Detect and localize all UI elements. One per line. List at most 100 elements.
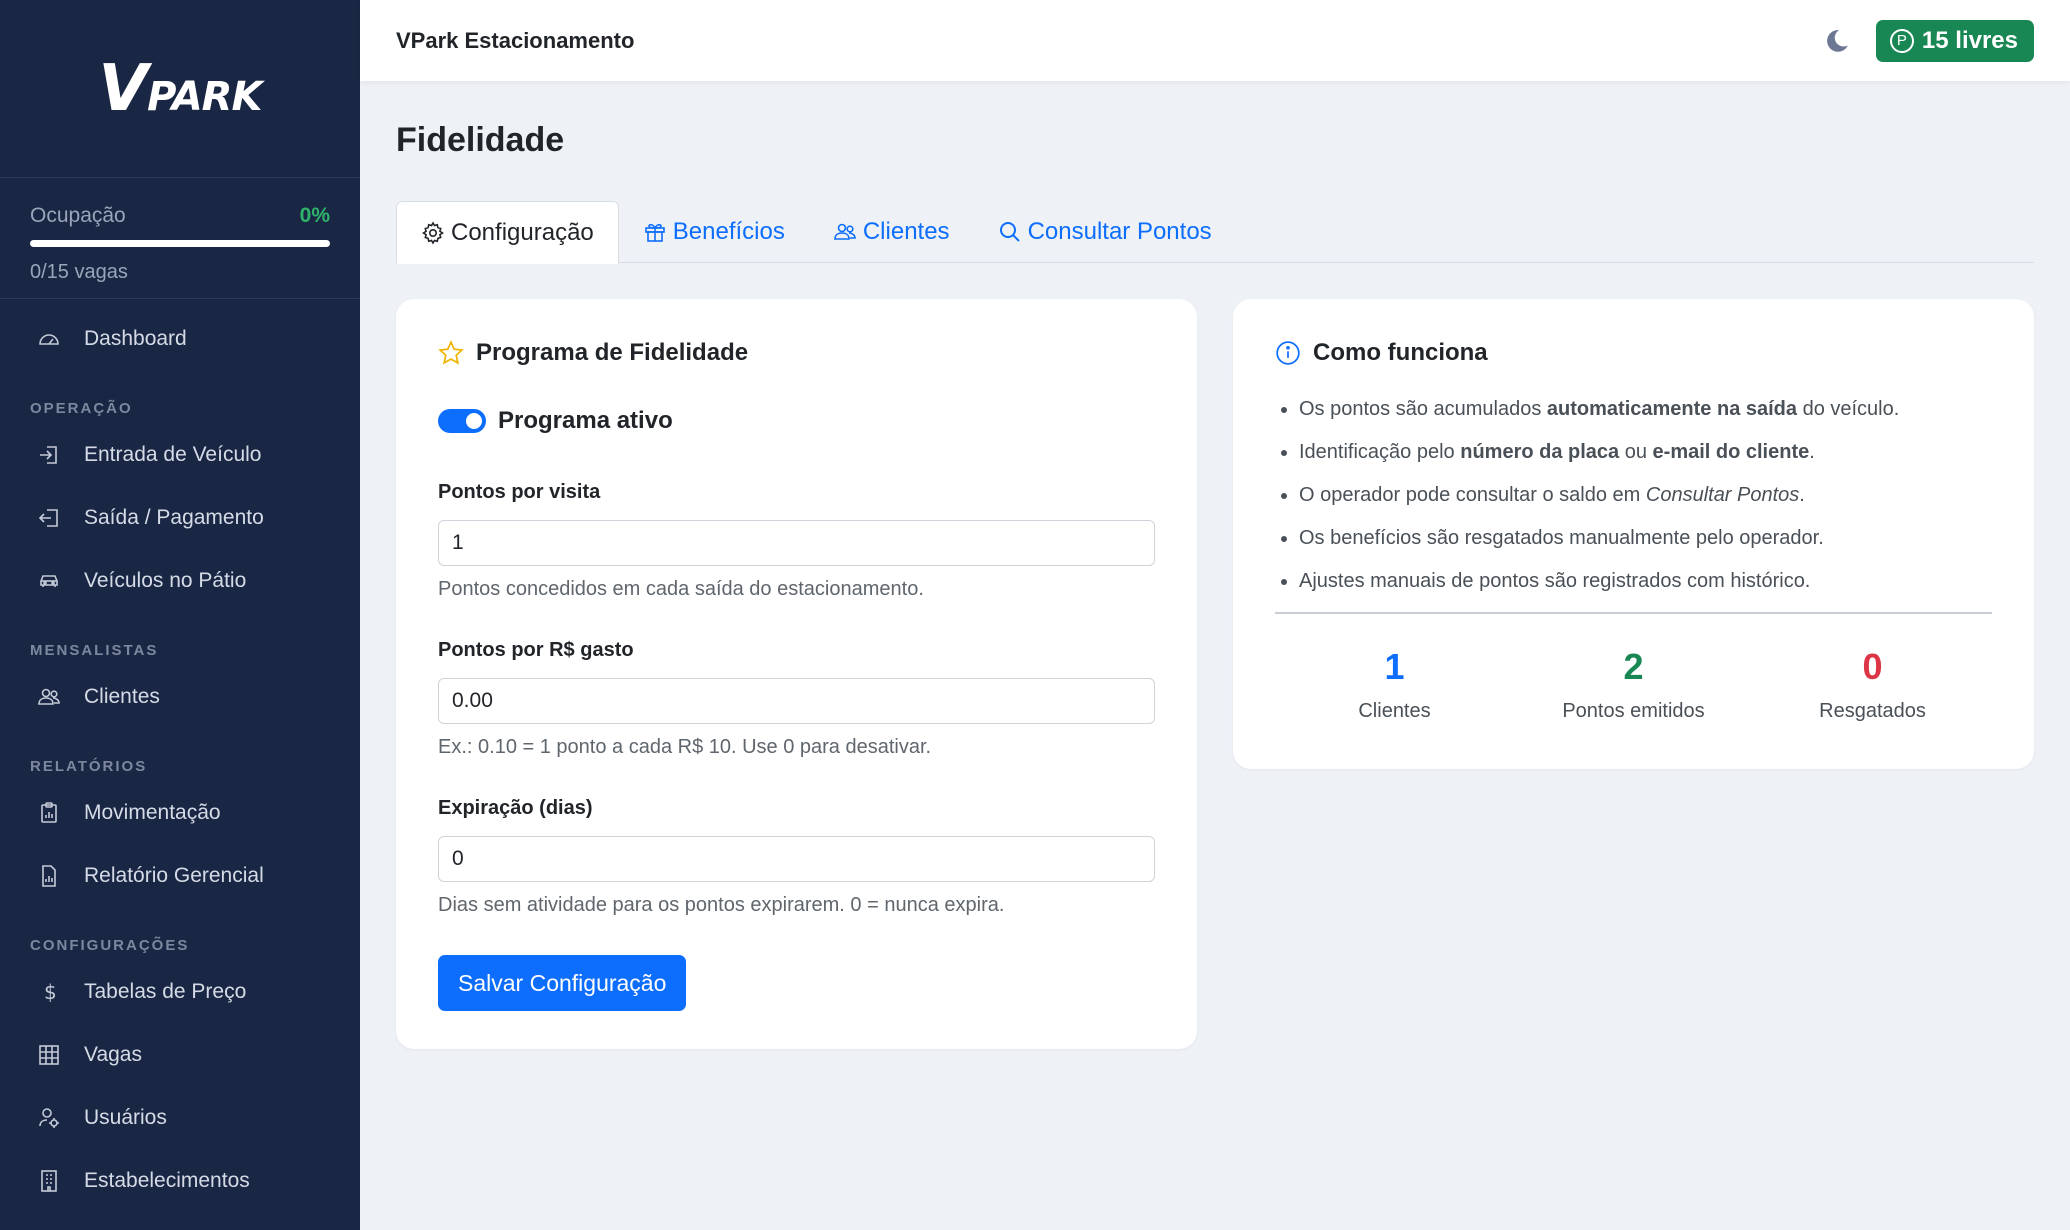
nav-section-operacao: OPERAÇÃO xyxy=(30,400,133,417)
sidebar-item-label: Usuários xyxy=(84,1105,167,1129)
sidebar-item-label: Saída / Pagamento xyxy=(84,505,264,529)
sidebar-item-tabelas[interactable]: $ Tabelas de Preço xyxy=(0,960,360,1023)
stat-pontos-emitidos: 2 Pontos emitidos xyxy=(1514,646,1753,723)
how-it-works-card: Como funciona Os pontos são acumulados a… xyxy=(1233,299,2034,769)
tab-label: Benefícios xyxy=(672,218,785,245)
page-title: Fidelidade xyxy=(396,121,565,159)
list-item: Identificação pelo número da placa ou e-… xyxy=(1299,440,1992,483)
dollar-icon: $ xyxy=(36,979,62,1005)
speedometer-icon xyxy=(36,326,62,352)
expiry-input[interactable] xyxy=(438,836,1155,882)
sidebar-item-label: Relatório Gerencial xyxy=(84,863,264,887)
sidebar-item-label: Tabelas de Preço xyxy=(84,979,247,1003)
grid-icon xyxy=(36,1042,62,1068)
stat-value: 2 xyxy=(1623,646,1644,687)
field-help: Pontos concedidos em cada saída do estac… xyxy=(438,578,924,600)
program-active-label: Programa ativo xyxy=(498,407,673,434)
topbar: VPark Estacionamento P 15 livres xyxy=(360,0,2070,81)
tab-clientes[interactable]: Clientes xyxy=(809,201,974,263)
logo[interactable]: VPARK xyxy=(0,0,360,178)
list-item: Ajustes manuais de pontos são registrado… xyxy=(1299,569,1992,612)
stat-clientes: 1 Clientes xyxy=(1275,646,1514,723)
field-label: Pontos por visita xyxy=(438,481,601,503)
sidebar-nav: Dashboard OPERAÇÃO Entrada de Veículo Sa… xyxy=(0,299,360,1212)
sidebar-item-relatorio[interactable]: Relatório Gerencial xyxy=(0,844,360,907)
sidebar-item-label: Clientes xyxy=(84,684,160,708)
logo-text-small: PARK xyxy=(147,73,262,120)
search-icon xyxy=(998,220,1022,244)
moon-icon[interactable] xyxy=(1824,28,1850,54)
tab-label: Consultar Pontos xyxy=(1027,218,1212,245)
occupancy-detail: 0/15 vagas xyxy=(30,261,128,283)
points-per-real-field: Pontos por R$ gasto Ex.: 0.10 = 1 ponto … xyxy=(438,639,1155,759)
app-title: VPark Estacionamento xyxy=(396,27,635,53)
tab-label: Configuração xyxy=(451,218,594,246)
sidebar-item-label: Vagas xyxy=(84,1042,142,1066)
sidebar-item-label: Estabelecimentos xyxy=(84,1168,250,1192)
field-help: Ex.: 0.10 = 1 ponto a cada R$ 10. Use 0 … xyxy=(438,736,932,758)
people-icon xyxy=(833,220,857,244)
points-per-real-input[interactable] xyxy=(438,678,1155,724)
nav-section-mensalistas: MENSALISTAS xyxy=(30,642,159,659)
stats-row: 1 Clientes 2 Pontos emitidos 0 Resgatado… xyxy=(1275,646,1992,723)
loyalty-config-card: Programa de Fidelidade Programa ativo Po… xyxy=(396,299,1197,1049)
list-item: Os benefícios são resgatados manualmente… xyxy=(1299,526,1992,569)
star-icon xyxy=(438,340,464,366)
field-help: Dias sem atividade para os pontos expira… xyxy=(438,894,1005,916)
card-title: Programa de Fidelidade xyxy=(476,339,749,366)
points-per-visit-input[interactable] xyxy=(438,520,1155,566)
list-item: Os pontos são acumulados automaticamente… xyxy=(1299,397,1992,440)
person-gear-icon xyxy=(36,1105,62,1131)
svg-text:$: $ xyxy=(44,980,57,1004)
sidebar-item-vagas[interactable]: Vagas xyxy=(0,1023,360,1086)
nav-section-relatorios: RELATÓRIOS xyxy=(30,758,148,775)
clipboard-chart-icon xyxy=(36,800,62,826)
program-active-toggle[interactable] xyxy=(438,409,486,433)
stat-resgatados: 0 Resgatados xyxy=(1753,646,1992,723)
field-label: Expiração (dias) xyxy=(438,797,593,819)
gift-icon xyxy=(643,220,667,244)
sidebar-item-clientes[interactable]: Clientes xyxy=(0,665,360,728)
info-icon xyxy=(1275,340,1301,366)
stat-label: Clientes xyxy=(1358,700,1431,722)
tab-beneficios[interactable]: Benefícios xyxy=(619,201,809,263)
stat-value: 0 xyxy=(1862,646,1883,687)
list-item: O operador pode consultar o saldo em Con… xyxy=(1299,483,1992,526)
sidebar-item-label: Veículos no Pátio xyxy=(84,568,247,592)
people-icon xyxy=(36,684,62,710)
nav-section-configuracoes: CONFIGURAÇÕES xyxy=(30,937,190,954)
free-spots-badge: P 15 livres xyxy=(1875,19,2034,62)
expiry-field: Expiração (dias) Dias sem atividade para… xyxy=(438,797,1155,917)
sidebar-item-entrada[interactable]: Entrada de Veículo xyxy=(0,423,360,486)
main-content: Fidelidade Configuração Benefícios Clien… xyxy=(396,81,2034,1049)
gear-icon xyxy=(421,220,445,245)
sidebar-item-saida[interactable]: Saída / Pagamento xyxy=(0,486,360,549)
sidebar-item-label: Movimentação xyxy=(84,800,221,824)
box-arrow-in-icon xyxy=(36,442,62,468)
how-list: Os pontos são acumulados automaticamente… xyxy=(1275,397,1992,612)
sidebar-item-dashboard[interactable]: Dashboard xyxy=(0,307,360,370)
sidebar-item-estabelecimentos[interactable]: Estabelecimentos xyxy=(0,1149,360,1212)
stat-value: 1 xyxy=(1384,646,1405,687)
field-label: Pontos por R$ gasto xyxy=(438,639,634,661)
sidebar-item-label: Dashboard xyxy=(84,326,187,350)
sidebar: VPARK Ocupação 0% 0/15 vagas Dashboard O… xyxy=(0,0,360,1230)
logo-text-big: V xyxy=(98,51,149,126)
card-title: Como funciona xyxy=(1313,339,1488,366)
file-chart-icon xyxy=(36,863,62,889)
building-icon xyxy=(36,1168,62,1194)
sidebar-item-movimentacao[interactable]: Movimentação xyxy=(0,781,360,844)
points-per-visit-field: Pontos por visita Pontos concedidos em c… xyxy=(438,481,1155,601)
stat-label: Resgatados xyxy=(1819,700,1926,722)
tab-configuracao[interactable]: Configuração xyxy=(396,201,619,264)
tab-consultar-pontos[interactable]: Consultar Pontos xyxy=(974,201,1236,263)
occupancy-panel: Ocupação 0% 0/15 vagas xyxy=(0,178,360,299)
tab-label: Clientes xyxy=(862,218,950,245)
save-config-button[interactable]: Salvar Configuração xyxy=(438,955,687,1011)
box-arrow-out-icon xyxy=(36,505,62,531)
occupancy-label: Ocupação xyxy=(30,204,126,227)
sidebar-item-veiculos[interactable]: Veículos no Pátio xyxy=(0,549,360,612)
sidebar-item-label: Entrada de Veículo xyxy=(84,442,262,466)
occupancy-bar xyxy=(30,240,330,247)
sidebar-item-usuarios[interactable]: Usuários xyxy=(0,1086,360,1149)
